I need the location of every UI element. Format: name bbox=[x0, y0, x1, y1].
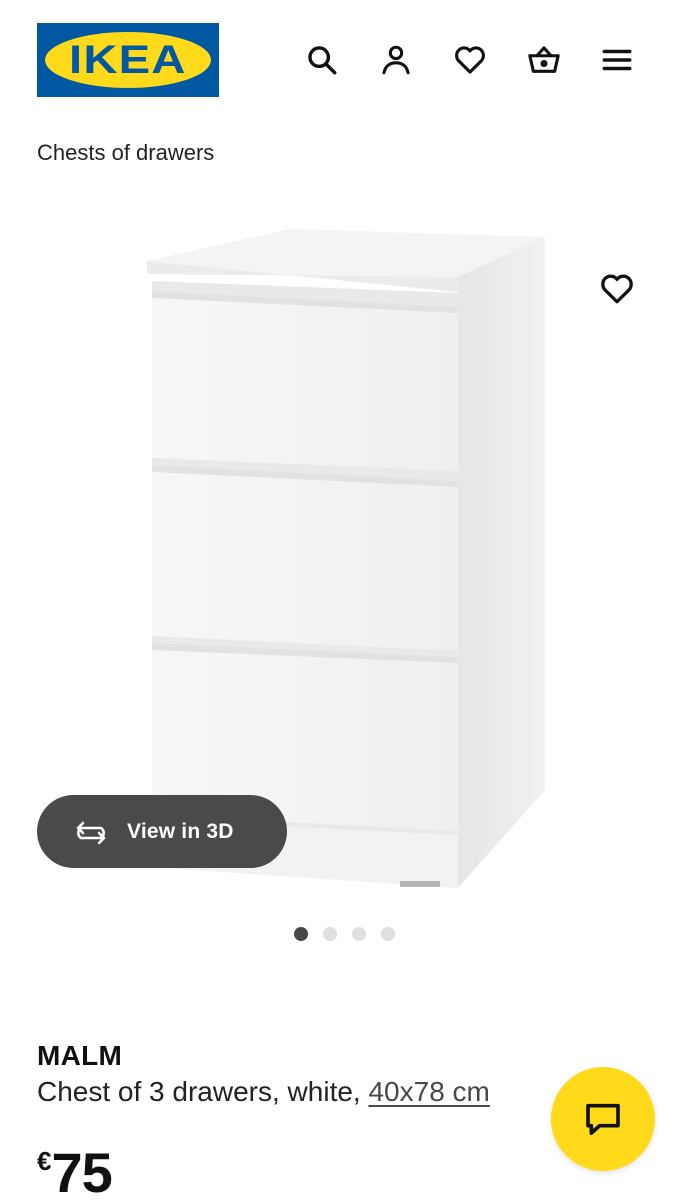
search-icon bbox=[308, 46, 337, 75]
account-icon bbox=[382, 45, 410, 75]
account-button[interactable] bbox=[376, 40, 416, 80]
carousel-dots bbox=[294, 927, 395, 941]
price-amount: 75 bbox=[51, 1141, 112, 1200]
menu-button[interactable] bbox=[597, 40, 637, 80]
product-measurement-link[interactable]: 40x78 cm bbox=[368, 1076, 489, 1107]
save-to-favourites-button[interactable] bbox=[596, 268, 638, 310]
chat-button[interactable] bbox=[551, 1067, 655, 1171]
carousel-dot-3[interactable] bbox=[352, 927, 366, 941]
rotate-3d-icon bbox=[76, 821, 106, 844]
carousel-dot-2[interactable] bbox=[323, 927, 337, 941]
view-in-3d-label: View in 3D bbox=[127, 819, 234, 843]
ikea-logo[interactable]: IKEA bbox=[37, 23, 219, 97]
carousel-dot-1[interactable] bbox=[294, 927, 308, 941]
carousel-dot-4[interactable] bbox=[381, 927, 395, 941]
breadcrumb-link[interactable]: Chests of drawers bbox=[37, 140, 214, 166]
product-description: Chest of 3 drawers, white, 40x78 cm bbox=[37, 1076, 490, 1108]
header: IKEA bbox=[0, 0, 692, 120]
favourites-button[interactable] bbox=[450, 40, 490, 80]
product-name: MALM bbox=[37, 1040, 123, 1071]
favourites-icon bbox=[455, 46, 485, 74]
menu-icon bbox=[602, 49, 632, 71]
product-price: €75 bbox=[37, 1140, 113, 1200]
view-in-3d-button[interactable]: View in 3D bbox=[37, 795, 287, 868]
heart-icon bbox=[601, 274, 633, 304]
logo-oval: IKEA bbox=[45, 32, 211, 88]
search-button[interactable] bbox=[302, 40, 342, 80]
product-description-text: Chest of 3 drawers, white, bbox=[37, 1076, 361, 1107]
basket-icon bbox=[528, 46, 560, 73]
chat-icon bbox=[586, 1103, 620, 1135]
price-currency: € bbox=[37, 1146, 52, 1176]
logo-text: IKEA bbox=[69, 37, 187, 82]
basket-button[interactable] bbox=[524, 40, 564, 80]
